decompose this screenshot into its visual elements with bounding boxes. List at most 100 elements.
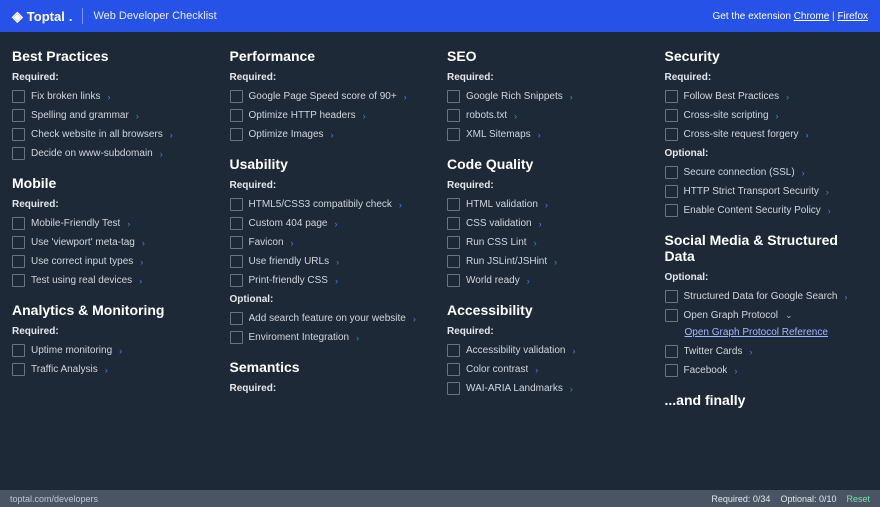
checkbox[interactable] [230,109,243,122]
checkbox[interactable] [447,344,460,357]
chevron-right-icon[interactable]: › [139,276,142,286]
checklist-item[interactable]: Facebook› [665,361,869,380]
chevron-right-icon[interactable]: › [404,92,407,102]
chevron-right-icon[interactable]: › [749,347,752,357]
checkbox[interactable] [230,128,243,141]
checklist-item[interactable]: Accessibility validation› [447,341,651,360]
checklist-item[interactable]: Structured Data for Google Search› [665,287,869,306]
checklist-item[interactable]: Enable Content Security Policy› [665,201,869,220]
chevron-right-icon[interactable]: › [828,206,831,216]
checkbox[interactable] [12,217,25,230]
checklist-item[interactable]: XML Sitemaps› [447,125,651,144]
chevron-right-icon[interactable]: › [786,92,789,102]
checklist-item[interactable]: Custom 404 page› [230,214,434,233]
checkbox[interactable] [447,128,460,141]
chevron-right-icon[interactable]: › [539,219,542,229]
chevron-right-icon[interactable]: › [142,238,145,248]
checklist-item[interactable]: Google Page Speed score of 90+› [230,87,434,106]
checkbox[interactable] [447,255,460,268]
checkbox[interactable] [665,309,678,322]
checkbox[interactable] [447,236,460,249]
chevron-right-icon[interactable]: › [140,257,143,267]
chevron-right-icon[interactable]: › [105,365,108,375]
checklist-item[interactable]: Fix broken links› [12,87,216,106]
checklist-item[interactable]: robots.txt› [447,106,651,125]
checkbox[interactable] [230,312,243,325]
checkbox[interactable] [12,344,25,357]
checkbox[interactable] [665,364,678,377]
chevron-right-icon[interactable]: › [335,276,338,286]
chevron-right-icon[interactable]: › [573,346,576,356]
checkbox[interactable] [447,382,460,395]
checklist-item[interactable]: Cross-site request forgery› [665,125,869,144]
checklist-item[interactable]: Add search feature on your website› [230,309,434,328]
chevron-right-icon[interactable]: › [514,111,517,121]
chevron-down-icon[interactable]: ⌄ [785,310,793,321]
checkbox[interactable] [230,236,243,249]
checkbox[interactable] [665,109,678,122]
chevron-right-icon[interactable]: › [160,149,163,159]
checklist-item[interactable]: World ready› [447,271,651,290]
chevron-right-icon[interactable]: › [844,292,847,302]
chevron-right-icon[interactable]: › [554,257,557,267]
checkbox[interactable] [12,90,25,103]
chevron-right-icon[interactable]: › [127,219,130,229]
chevron-right-icon[interactable]: › [107,92,110,102]
chevron-right-icon[interactable]: › [776,111,779,121]
checkbox[interactable] [12,128,25,141]
chevron-right-icon[interactable]: › [336,257,339,267]
chevron-right-icon[interactable]: › [399,200,402,210]
checklist-item[interactable]: Favicon› [230,233,434,252]
checklist-item[interactable]: Mobile-Friendly Test› [12,214,216,233]
checklist-item[interactable]: Spelling and grammar› [12,106,216,125]
checkbox[interactable] [665,204,678,217]
checkbox[interactable] [665,185,678,198]
checklist-item[interactable]: Google Rich Snippets› [447,87,651,106]
checklist-item[interactable]: Twitter Cards› [665,342,869,361]
chrome-link[interactable]: Chrome [794,11,830,22]
firefox-link[interactable]: Firefox [837,11,868,22]
checklist-item[interactable]: Open Graph Protocol⌄ [665,306,869,325]
checklist-item[interactable]: HTTP Strict Transport Security› [665,182,869,201]
chevron-right-icon[interactable]: › [545,200,548,210]
chevron-right-icon[interactable]: › [527,276,530,286]
chevron-right-icon[interactable]: › [363,111,366,121]
checklist-item[interactable]: Use friendly URLs› [230,252,434,271]
checkbox[interactable] [12,236,25,249]
checklist-item[interactable]: Run JSLint/JSHint› [447,252,651,271]
checklist-item[interactable]: Optimize Images› [230,125,434,144]
checklist-item[interactable]: Uptime monitoring› [12,341,216,360]
chevron-right-icon[interactable]: › [826,187,829,197]
checkbox[interactable] [665,345,678,358]
chevron-right-icon[interactable]: › [538,130,541,140]
checklist-item[interactable]: Use 'viewport' meta-tag› [12,233,216,252]
checklist-item[interactable]: WAI-ARIA Landmarks› [447,379,651,398]
checkbox[interactable] [447,363,460,376]
checkbox[interactable] [447,198,460,211]
checkbox[interactable] [12,274,25,287]
checklist-item[interactable]: Color contrast› [447,360,651,379]
chevron-right-icon[interactable]: › [331,130,334,140]
chevron-right-icon[interactable]: › [570,92,573,102]
checklist-item[interactable]: Check website in all browsers› [12,125,216,144]
checklist-item[interactable]: Cross-site scripting› [665,106,869,125]
chevron-right-icon[interactable]: › [413,314,416,324]
checkbox[interactable] [665,90,678,103]
item-sublink[interactable]: Open Graph Protocol Reference [665,325,869,342]
checkbox[interactable] [12,363,25,376]
chevron-right-icon[interactable]: › [570,384,573,394]
checklist-item[interactable]: Traffic Analysis› [12,360,216,379]
checkbox[interactable] [230,331,243,344]
checklist-item[interactable]: Optimize HTTP headers› [230,106,434,125]
checkbox[interactable] [12,255,25,268]
checklist-item[interactable]: Enviroment Integration› [230,328,434,347]
checkbox[interactable] [447,109,460,122]
chevron-right-icon[interactable]: › [534,238,537,248]
checkbox[interactable] [447,217,460,230]
checkbox[interactable] [665,290,678,303]
checkbox[interactable] [230,90,243,103]
checklist-item[interactable]: Secure connection (SSL)› [665,163,869,182]
chevron-right-icon[interactable]: › [734,366,737,376]
checklist-item[interactable]: HTML validation› [447,195,651,214]
reset-button[interactable]: Reset [846,494,870,504]
